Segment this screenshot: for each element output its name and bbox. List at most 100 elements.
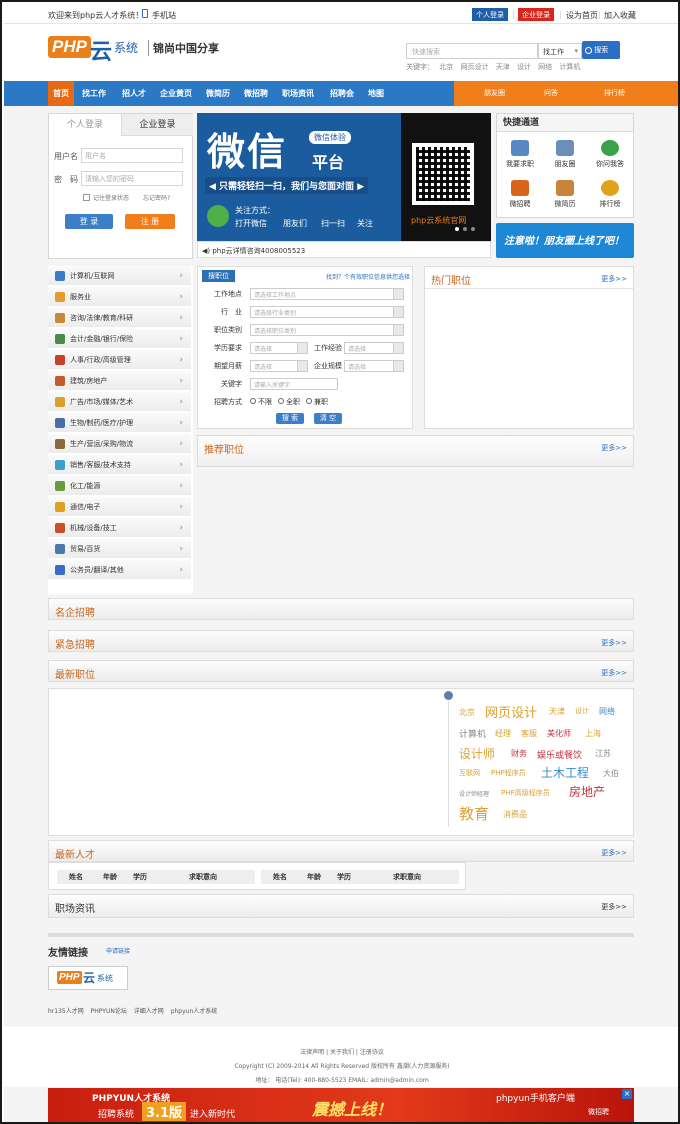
tag-word[interactable]: 上海 bbox=[585, 728, 601, 739]
register-button[interactable]: 注 册 bbox=[125, 214, 175, 229]
latest-talent-more-link[interactable]: 更多>> bbox=[601, 848, 627, 858]
experience-select[interactable]: 请选择 bbox=[344, 342, 404, 354]
tag-word[interactable]: 教育 bbox=[459, 803, 489, 824]
tag-word[interactable]: 网页设计 bbox=[485, 702, 537, 721]
tag-word[interactable]: 大伯 bbox=[603, 768, 619, 779]
search-button[interactable]: 搜索 bbox=[582, 41, 620, 59]
set-home-link[interactable]: 设为首页 bbox=[566, 10, 598, 21]
radio-any[interactable] bbox=[250, 398, 256, 404]
urgent-more-link[interactable]: 更多>> bbox=[601, 638, 627, 648]
tag-word[interactable]: 土木工程 bbox=[541, 764, 589, 781]
education-select[interactable]: 请选择 bbox=[250, 342, 308, 354]
wechat-banner[interactable]: 微信 微信体验 平台 ◀ 只需轻轻扫一扫，我们与您面对面 ▶ 关注方式： 打开微… bbox=[197, 113, 491, 241]
slide-dot[interactable] bbox=[463, 227, 467, 231]
slide-dot[interactable] bbox=[471, 227, 475, 231]
category-item[interactable]: 咨询/法律/教育/科研 › bbox=[48, 308, 191, 328]
hot-word[interactable]: 天津 bbox=[496, 63, 510, 71]
news-more-link[interactable]: 更多>> bbox=[601, 902, 627, 912]
tag-word[interactable]: 财务 bbox=[511, 748, 527, 759]
category-item[interactable]: 广告/市场/媒体/艺术 › bbox=[48, 392, 191, 412]
radio-parttime[interactable] bbox=[306, 398, 312, 404]
tag-word[interactable]: 计算机 bbox=[459, 727, 486, 740]
category-item[interactable]: 化工/能源 › bbox=[48, 476, 191, 496]
site-logo[interactable]: PHP 云 系统 锦尚中国分享 bbox=[48, 36, 220, 65]
quick-item-friends[interactable]: 朋友圈 bbox=[545, 140, 585, 169]
nav-fair[interactable]: 招聘会 bbox=[330, 81, 354, 106]
nav-wechat-resume[interactable]: 微简历 bbox=[206, 81, 230, 106]
quick-item-wechat-recruit[interactable]: 微招聘 bbox=[500, 180, 540, 209]
search-input[interactable]: 快速搜索 bbox=[406, 43, 538, 59]
nav-qa[interactable]: 问答 bbox=[544, 81, 558, 106]
quick-item-wechat-resume[interactable]: 微简历 bbox=[545, 180, 585, 209]
tag-word[interactable]: 客服 bbox=[521, 728, 537, 739]
remember-checkbox[interactable] bbox=[83, 194, 90, 201]
nav-company[interactable]: 企业黄页 bbox=[160, 81, 192, 106]
category-item[interactable]: 机械/设备/技工 › bbox=[48, 518, 191, 538]
login-button[interactable]: 登 录 bbox=[65, 214, 113, 229]
nav-find-job[interactable]: 找工作 bbox=[82, 81, 106, 106]
tag-word[interactable]: 北京 bbox=[459, 707, 475, 718]
industry-select[interactable]: 请选择行业类别 bbox=[250, 306, 404, 318]
tag-word[interactable]: 经理 bbox=[495, 728, 511, 739]
latest-jobs-more-link[interactable]: 更多>> bbox=[601, 668, 627, 678]
hot-jobs-more-link[interactable]: 更多>> bbox=[601, 274, 627, 284]
partner-logo[interactable]: PHP 云 系统 bbox=[48, 966, 128, 990]
tab-company-login[interactable]: 企业登录 bbox=[121, 114, 193, 136]
quick-item-qa[interactable]: 你问我答 bbox=[590, 140, 630, 169]
tag-word[interactable]: PHP高级程序员 bbox=[501, 788, 550, 798]
text-link[interactable]: 详细人才网 bbox=[134, 1008, 164, 1015]
tag-word[interactable]: PHP程序员 bbox=[491, 768, 526, 778]
category-item[interactable]: 人事/行政/高级管理 › bbox=[48, 350, 191, 370]
forgot-password-link[interactable]: 忘记密码? bbox=[143, 193, 170, 202]
category-item[interactable]: 会计/金融/银行/保险 › bbox=[48, 329, 191, 349]
scale-select[interactable]: 请选择 bbox=[344, 360, 404, 372]
search-panel-link[interactable]: 找到？个有效职位信息供您选择 bbox=[326, 272, 410, 281]
category-item[interactable]: 生物/制药/医疗/护理 › bbox=[48, 413, 191, 433]
bottom-ad-banner[interactable]: PHPYUN人才系统 招聘系统 3.1版 进入新时代 震撼上线！ phpyun手… bbox=[48, 1088, 634, 1122]
tag-word[interactable]: 互联网 bbox=[459, 768, 480, 778]
apply-link[interactable]: 申请链接 bbox=[106, 946, 130, 955]
salary-select[interactable]: 请选择 bbox=[250, 360, 308, 372]
search-type-select[interactable]: 找工作 ▾ bbox=[538, 43, 582, 59]
category-item[interactable]: 服务业 › bbox=[48, 287, 191, 307]
category-select[interactable]: 请选择职位类别 bbox=[250, 324, 404, 336]
tag-word[interactable]: 天津 bbox=[549, 706, 565, 717]
text-link[interactable]: hr135人才网 bbox=[48, 1008, 84, 1015]
tag-word[interactable]: 网络 bbox=[599, 706, 615, 717]
hot-word[interactable]: 北京 bbox=[439, 63, 453, 71]
tab-personal-login[interactable]: 个人登录 bbox=[49, 114, 121, 136]
tag-word[interactable]: 设计 bbox=[575, 706, 589, 716]
category-item[interactable]: 销售/客服/技术支持 › bbox=[48, 455, 191, 475]
radio-fulltime[interactable] bbox=[278, 398, 284, 404]
friends-ad-banner[interactable]: 注意啦！朋友圈上线了吧！ bbox=[496, 223, 634, 258]
company-login-button[interactable]: 企业登录 bbox=[518, 8, 554, 21]
tag-word[interactable]: 设计师经理 bbox=[459, 789, 489, 798]
quick-item-rank[interactable]: 排行榜 bbox=[590, 180, 630, 209]
nav-find-talent[interactable]: 招人才 bbox=[122, 81, 146, 106]
hot-word[interactable]: 计算机 bbox=[559, 63, 580, 71]
category-item[interactable]: 公务员/翻译/其他 › bbox=[48, 560, 191, 580]
recommend-more-link[interactable]: 更多>> bbox=[601, 443, 627, 453]
personal-login-button[interactable]: 个人登录 bbox=[472, 8, 508, 21]
category-item[interactable]: 建筑/房地产 › bbox=[48, 371, 191, 391]
tag-word[interactable]: 美化师 bbox=[547, 728, 571, 739]
hot-word[interactable]: 网页设计 bbox=[460, 63, 488, 71]
footer-links[interactable]: 法律声明 | 关于我们 | 注册协议 bbox=[4, 1047, 678, 1056]
category-item[interactable]: 通信/电子 › bbox=[48, 497, 191, 517]
username-field[interactable]: 用户名 bbox=[81, 148, 183, 163]
clear-button[interactable]: 清 空 bbox=[314, 413, 342, 424]
nav-map[interactable]: 地图 bbox=[368, 81, 384, 106]
category-item[interactable]: 计算机/互联网 › bbox=[48, 266, 191, 286]
slide-dot[interactable] bbox=[455, 227, 459, 231]
favorite-link[interactable]: 加入收藏 bbox=[604, 10, 636, 21]
nav-rank[interactable]: 排行榜 bbox=[604, 81, 625, 106]
nav-home[interactable]: 首页 bbox=[48, 81, 74, 106]
tag-word[interactable]: 设计师 bbox=[459, 745, 495, 762]
tag-word[interactable]: 消费品 bbox=[503, 809, 527, 820]
tag-word[interactable]: 江苏 bbox=[595, 748, 611, 759]
mobile-link[interactable]: 手机站 bbox=[152, 10, 176, 21]
hot-word[interactable]: 网络 bbox=[538, 63, 552, 71]
close-icon[interactable]: × bbox=[622, 1089, 632, 1099]
hot-word[interactable]: 设计 bbox=[517, 63, 531, 71]
password-field[interactable]: 请输入您的密码 bbox=[81, 171, 183, 186]
